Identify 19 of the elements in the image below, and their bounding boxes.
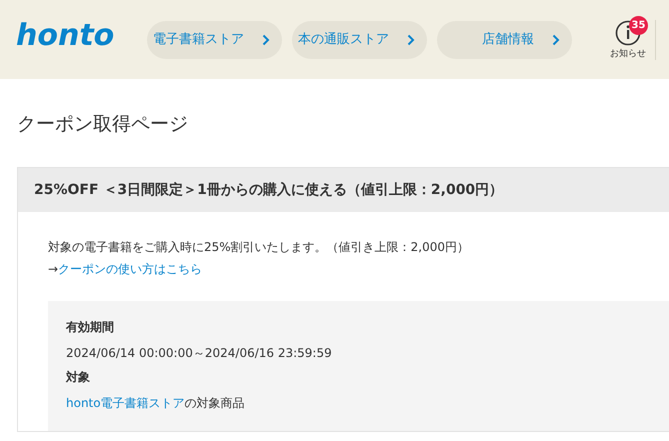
notification-label: お知らせ xyxy=(610,48,646,61)
nav-button[interactable]: 電子書籍ストア xyxy=(147,20,282,58)
chevron-right-icon xyxy=(407,34,415,46)
nav-button[interactable]: 店舗情報 xyxy=(437,20,572,58)
logo[interactable]: honto xyxy=(16,20,116,50)
coupon-title: 25%OFF ＜3日間限定＞1冊からの購入に使える（値引上限：2,000円） xyxy=(34,180,504,200)
detail-value: 2024/06/14 00:00:00～2024/06/16 23:59:59 xyxy=(66,347,332,359)
chevron-right-icon xyxy=(552,34,560,46)
arrow-text: → xyxy=(48,263,58,275)
chevron-right-icon xyxy=(262,34,270,46)
notification-badge: 35 xyxy=(629,16,648,35)
coupon-description: 対象の電子書籍をご購入時に25%割引いたします。（値引き上限：2,000円） xyxy=(48,241,470,253)
nav-button[interactable]: 本の通販ストア xyxy=(292,20,427,58)
store-link[interactable]: honto電子書籍ストア xyxy=(66,397,185,409)
page-title: クーポン取得ページ xyxy=(17,115,189,134)
usage-link[interactable]: クーポンの使い方はこちら xyxy=(58,263,202,275)
detail-heading: 有効期間 xyxy=(66,321,115,333)
detail-value: の対象商品 xyxy=(184,397,245,409)
detail-heading: 対象 xyxy=(66,371,91,383)
